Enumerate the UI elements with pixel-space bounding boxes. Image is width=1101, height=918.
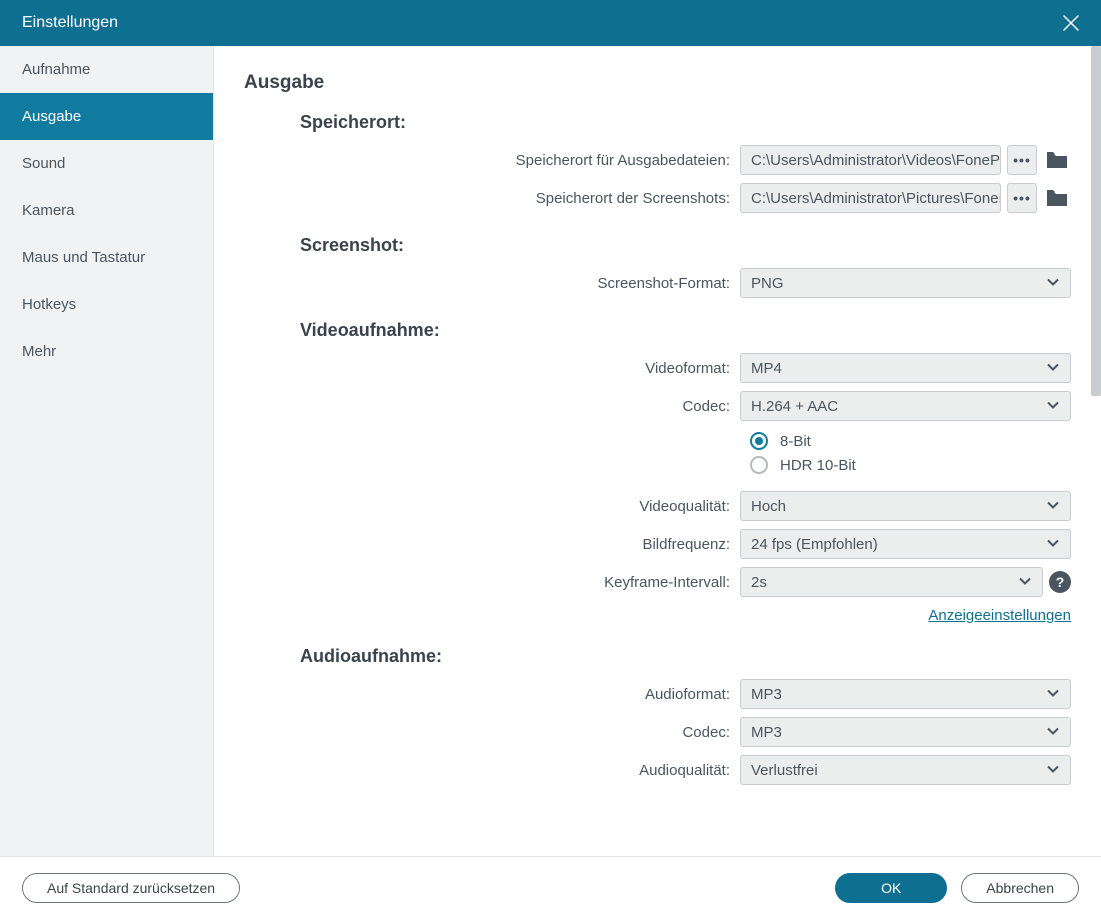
label-video-keyframe: Keyframe-Intervall: <box>244 574 740 591</box>
label-video-format: Videoformat: <box>244 360 740 377</box>
audio-codec-select[interactable]: MP3 <box>740 717 1071 747</box>
section-screenshot-title: Screenshot: <box>300 235 1071 256</box>
sidebar-item-label: Mehr <box>22 343 56 360</box>
sidebar-item-label: Ausgabe <box>22 108 81 125</box>
label-video-quality: Videoqualität: <box>244 498 740 515</box>
sidebar-item-label: Maus und Tastatur <box>22 249 145 266</box>
page-title: Ausgabe <box>244 72 1071 94</box>
scrollbar-thumb[interactable] <box>1091 46 1101 396</box>
video-format-select[interactable]: MP4 <box>740 353 1071 383</box>
radio-hdr-10-bit[interactable]: HDR 10-Bit <box>750 453 1071 477</box>
chevron-down-icon <box>1046 498 1060 515</box>
label-video-codec: Codec: <box>244 398 740 415</box>
screenshot-path-open-folder-button[interactable] <box>1043 184 1071 212</box>
sidebar-item-ausgabe[interactable]: Ausgabe <box>0 93 213 140</box>
label-output-path: Speicherort für Ausgabedateien: <box>244 152 740 169</box>
row-audio-format: Audioformat: MP3 <box>244 679 1071 709</box>
video-fps-select[interactable]: 24 fps (Empfohlen) <box>740 529 1071 559</box>
ellipsis-icon: ••• <box>1013 152 1031 168</box>
radio-8-bit[interactable]: 8-Bit <box>750 429 1071 453</box>
video-quality-select[interactable]: Hoch <box>740 491 1071 521</box>
cancel-button[interactable]: Abbrechen <box>961 873 1079 903</box>
sidebar-item-aufnahme[interactable]: Aufnahme <box>0 46 213 93</box>
row-video-format: Videoformat: MP4 <box>244 353 1071 383</box>
section-video-title: Videoaufnahme: <box>300 320 1071 341</box>
radio-button-icon <box>750 456 768 474</box>
reset-defaults-button[interactable]: Auf Standard zurücksetzen <box>22 873 240 903</box>
row-display-settings-link: Anzeigeeinstellungen <box>244 607 1071 624</box>
row-video-quality: Videoqualität: Hoch <box>244 491 1071 521</box>
label-audio-quality: Audioqualität: <box>244 762 740 779</box>
row-screenshot-format: Screenshot-Format: PNG <box>244 268 1071 298</box>
radio-label: 8-Bit <box>780 433 811 450</box>
output-path-open-folder-button[interactable] <box>1043 146 1071 174</box>
screenshot-path-browse-button[interactable]: ••• <box>1007 183 1037 213</box>
chevron-down-icon <box>1046 762 1060 779</box>
radio-button-icon <box>750 432 768 450</box>
display-settings-link[interactable]: Anzeigeeinstellungen <box>928 607 1071 624</box>
audio-quality-select[interactable]: Verlustfrei <box>740 755 1071 785</box>
row-video-fps: Bildfrequenz: 24 fps (Empfohlen) <box>244 529 1071 559</box>
content-pane: Ausgabe Speicherort: Speicherort für Aus… <box>214 46 1101 856</box>
chevron-down-icon <box>1046 360 1060 377</box>
row-audio-quality: Audioqualität: Verlustfrei <box>244 755 1071 785</box>
video-keyframe-select[interactable]: 2s <box>740 567 1043 597</box>
scrollbar-track[interactable] <box>1091 46 1101 856</box>
sidebar-item-hotkeys[interactable]: Hotkeys <box>0 281 213 328</box>
video-codec-select[interactable]: H.264 + AAC <box>740 391 1071 421</box>
screenshot-format-select[interactable]: PNG <box>740 268 1071 298</box>
chevron-down-icon <box>1046 398 1060 415</box>
section-speicherort-title: Speicherort: <box>300 112 1071 133</box>
row-audio-codec: Codec: MP3 <box>244 717 1071 747</box>
sidebar-item-label: Aufnahme <box>22 61 90 78</box>
chevron-down-icon <box>1046 275 1060 292</box>
label-audio-codec: Codec: <box>244 724 740 741</box>
footer: Auf Standard zurücksetzen OK Abbrechen <box>0 856 1101 918</box>
chevron-down-icon <box>1046 536 1060 553</box>
sidebar-item-sound[interactable]: Sound <box>0 140 213 187</box>
sidebar-item-kamera[interactable]: Kamera <box>0 187 213 234</box>
label-screenshot-format: Screenshot-Format: <box>244 275 740 292</box>
ellipsis-icon: ••• <box>1013 190 1031 206</box>
row-output-path: Speicherort für Ausgabedateien: C:\Users… <box>244 145 1071 175</box>
help-button[interactable]: ? <box>1049 571 1071 593</box>
chevron-down-icon <box>1046 724 1060 741</box>
ok-button[interactable]: OK <box>835 873 947 903</box>
sidebar-item-label: Kamera <box>22 202 75 219</box>
sidebar-item-label: Sound <box>22 155 65 172</box>
window-title: Einstellungen <box>22 14 1059 32</box>
label-screenshot-path: Speicherort der Screenshots: <box>244 190 740 207</box>
output-path-field[interactable]: C:\Users\Administrator\Videos\FonePaw\Fo… <box>740 145 1001 175</box>
sidebar-item-label: Hotkeys <box>22 296 76 313</box>
sidebar-item-mehr[interactable]: Mehr <box>0 328 213 375</box>
label-video-fps: Bildfrequenz: <box>244 536 740 553</box>
chevron-down-icon <box>1046 686 1060 703</box>
row-screenshot-path: Speicherort der Screenshots: C:\Users\Ad… <box>244 183 1071 213</box>
audio-format-select[interactable]: MP3 <box>740 679 1071 709</box>
label-audio-format: Audioformat: <box>244 686 740 703</box>
row-video-codec: Codec: H.264 + AAC <box>244 391 1071 421</box>
titlebar: Einstellungen <box>0 0 1101 46</box>
chevron-down-icon <box>1018 574 1032 591</box>
sidebar-item-maus-tastatur[interactable]: Maus und Tastatur <box>0 234 213 281</box>
output-path-browse-button[interactable]: ••• <box>1007 145 1037 175</box>
video-bit-depth-group: 8-Bit HDR 10-Bit <box>750 429 1071 477</box>
section-audio-title: Audioaufnahme: <box>300 646 1071 667</box>
row-video-keyframe: Keyframe-Intervall: 2s ? <box>244 567 1071 597</box>
radio-label: HDR 10-Bit <box>780 457 856 474</box>
sidebar: Aufnahme Ausgabe Sound Kamera Maus und T… <box>0 46 214 856</box>
screenshot-path-field[interactable]: C:\Users\Administrator\Pictures\FonePaw\… <box>740 183 1001 213</box>
close-button[interactable] <box>1059 11 1083 35</box>
